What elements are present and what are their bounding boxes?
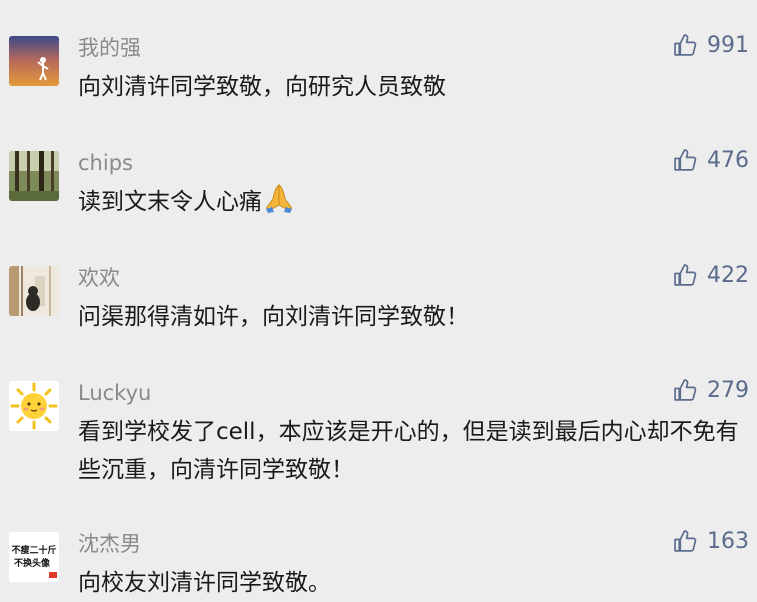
cat-window-avatar-icon (9, 266, 59, 316)
folded-hands-emoji-icon (266, 184, 292, 213)
username[interactable]: 我的强 (78, 34, 141, 62)
comment-text: 读到文末令人心痛 (78, 183, 743, 221)
like-count: 476 (707, 148, 749, 173)
avatar-text-line-2: 不换头像 (14, 557, 51, 569)
like-button[interactable]: 476 (673, 148, 749, 173)
username[interactable]: 欢欢 (78, 264, 120, 292)
thumbs-up-icon (674, 379, 697, 401)
comment-text: 向刘清许同学致敬，向研究人员致敬 (78, 74, 446, 100)
username[interactable]: 沈杰男 (78, 530, 141, 558)
thumbs-up-icon (674, 34, 697, 56)
comment-text: 向校友刘清许同学致敬。 (78, 570, 331, 596)
thumbs-up-icon (674, 264, 697, 286)
like-button[interactable]: 991 (673, 33, 749, 58)
like-count: 163 (707, 529, 749, 554)
avatar[interactable] (9, 36, 59, 86)
like-button[interactable]: 163 (673, 529, 749, 554)
comment-text-content: 读到文末令人心痛 (78, 189, 262, 215)
forest-avatar-icon (9, 151, 59, 201)
like-count: 279 (707, 378, 749, 403)
text-avatar-icon: 不瘦二十斤 不换头像 (9, 532, 59, 582)
avatar[interactable] (9, 266, 59, 316)
sunset-figure-avatar-icon (9, 36, 59, 86)
like-button[interactable]: 422 (673, 263, 749, 288)
thumbs-up-icon (674, 149, 697, 171)
avatar[interactable] (9, 151, 59, 201)
like-count: 422 (707, 263, 749, 288)
avatar[interactable]: 不瘦二十斤 不换头像 (9, 532, 59, 582)
like-count: 991 (707, 33, 749, 58)
username[interactable]: Luckyu (78, 379, 151, 407)
sun-face-avatar-icon (9, 381, 59, 431)
like-button[interactable]: 279 (673, 378, 749, 403)
avatar-text-line-1: 不瘦二十斤 (11, 544, 56, 556)
comment-text: 问渠那得清如许，向刘清许同学致敬！ (78, 304, 469, 330)
comment-text: 看到学校发了cell，本应该是开心的，但是读到最后内心却不免有些沉重，向清许同学… (78, 419, 739, 483)
avatar[interactable] (9, 381, 59, 431)
thumbs-up-icon (674, 530, 697, 552)
username[interactable]: chips (78, 149, 133, 177)
